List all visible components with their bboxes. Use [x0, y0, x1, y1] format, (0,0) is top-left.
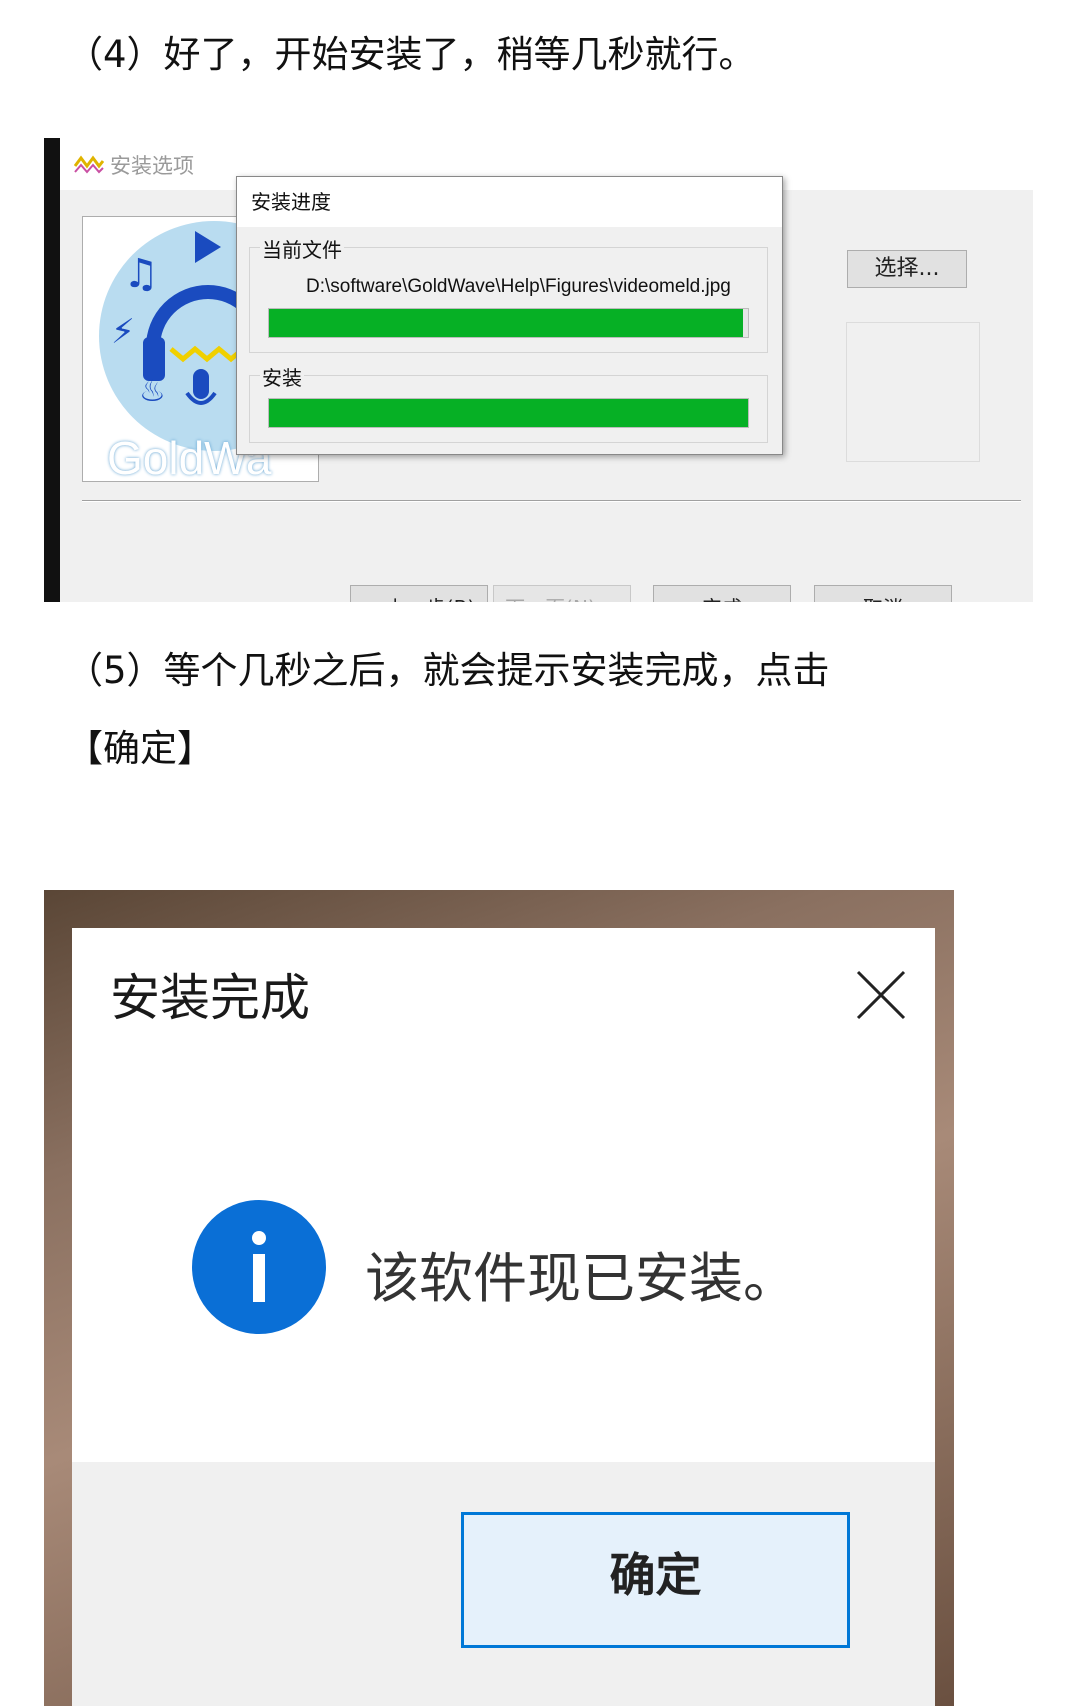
- install-group: 安装: [249, 362, 768, 443]
- current-file-label: 当前文件: [260, 234, 344, 263]
- dialog-message: 该软件现已安装。: [365, 1247, 797, 1310]
- svg-text:♨: ♨: [139, 374, 166, 409]
- install-label: 安装: [260, 362, 304, 391]
- dark-edge: [44, 138, 60, 602]
- dialog-title: 安装完成: [110, 969, 310, 1027]
- install-progress-dialog: 安装进度 当前文件 D:\software\GoldWave\Help\Figu…: [236, 176, 783, 455]
- finish-button[interactable]: 完成: [653, 585, 791, 602]
- step5-text-line2: 【确定】: [66, 727, 214, 770]
- choose-button[interactable]: 选择...: [847, 250, 967, 288]
- install-progress-bar: [268, 398, 749, 428]
- window-title: 安装选项: [110, 154, 194, 178]
- install-options-screenshot: 安装选项 ♫ ⚡ ♨ GoldWa 选择... < 上一步(B) 下一页(N) …: [44, 138, 1033, 602]
- progress-dialog-title: 安装进度: [237, 177, 782, 227]
- cancel-button[interactable]: 取消: [814, 585, 952, 602]
- file-progress-fill: [269, 309, 744, 337]
- install-complete-dialog: 安装完成 该软件现已安装。 确定: [72, 928, 935, 1706]
- step4-text: （4）好了，开始安装了，稍等几秒就行。: [66, 33, 756, 76]
- goldwave-app-icon: [74, 155, 104, 174]
- install-progress-fill: [269, 399, 748, 427]
- separator: [82, 500, 1021, 502]
- current-file-path: D:\software\GoldWave\Help\Figures\videom…: [306, 276, 731, 297]
- info-icon: [192, 1200, 326, 1334]
- file-progress-bar: [268, 308, 749, 338]
- options-group-box: [846, 322, 980, 462]
- ok-button[interactable]: 确定: [461, 1512, 850, 1648]
- svg-text:♫: ♫: [123, 251, 159, 297]
- back-button[interactable]: < 上一步(B): [350, 585, 488, 602]
- svg-text:⚡: ⚡: [111, 312, 135, 352]
- close-icon[interactable]: [852, 966, 910, 1024]
- install-complete-screenshot: 安装完成 该软件现已安装。 确定: [44, 890, 954, 1706]
- next-button[interactable]: 下一页(N) >: [493, 585, 631, 602]
- step5-text-line1: （5）等个几秒之后，就会提示安装完成，点击: [66, 649, 830, 692]
- current-file-group: 当前文件 D:\software\GoldWave\Help\Figures\v…: [249, 234, 768, 353]
